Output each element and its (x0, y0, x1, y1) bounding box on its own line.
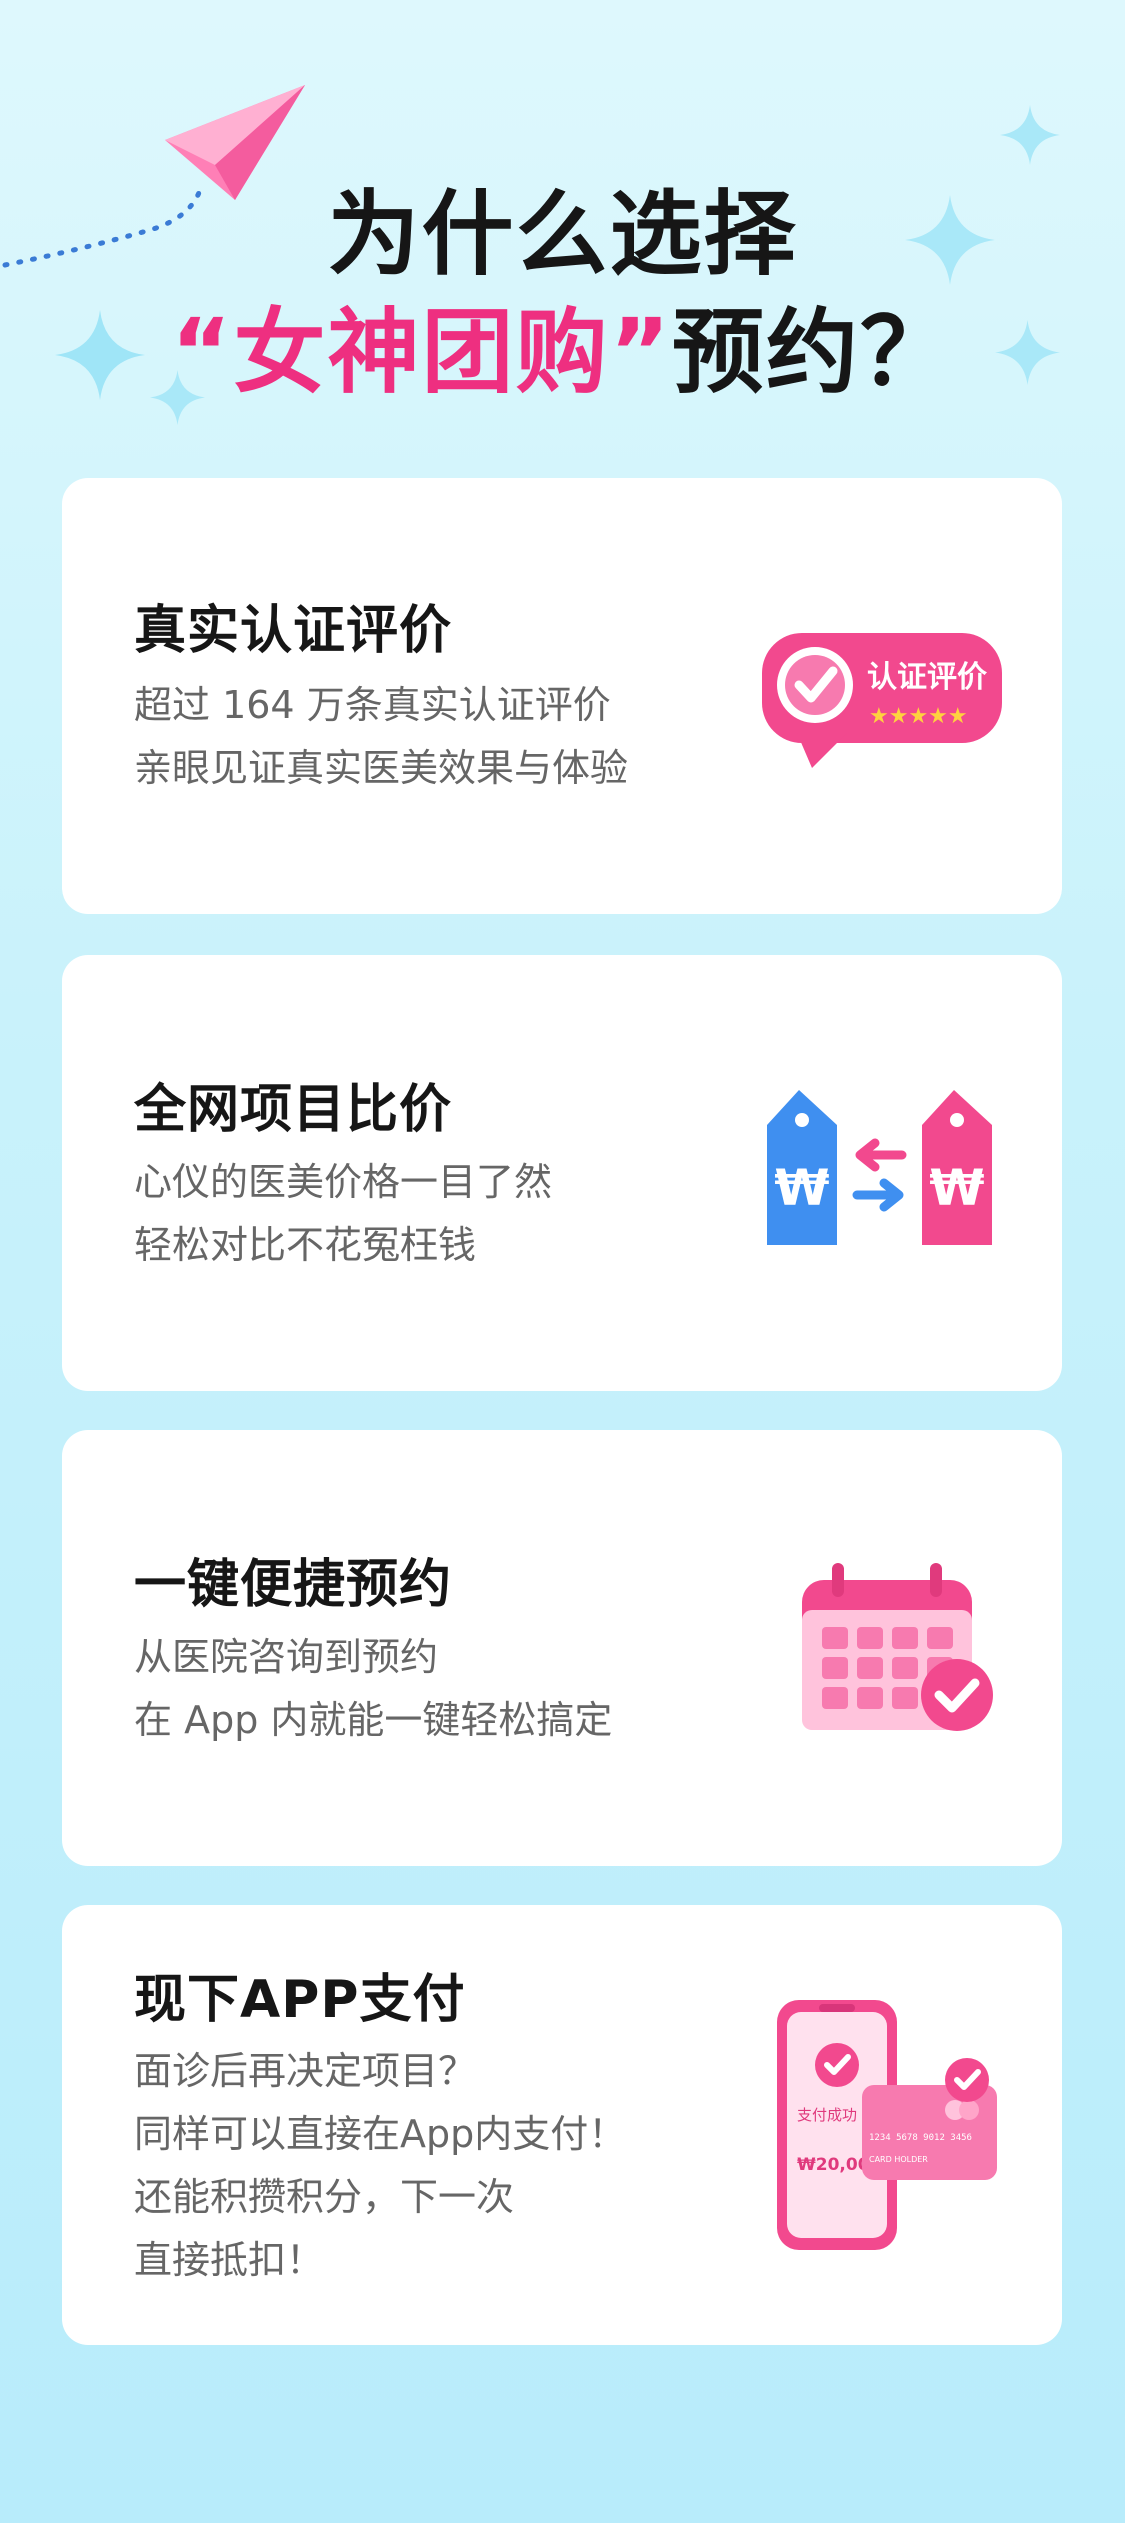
feature-card-reviews: 真实认证评价 超过 164 万条真实认证评价 亲眼见证真实医美效果与体验 认证评… (62, 478, 1062, 914)
calendar-check-icon (787, 1555, 1007, 1749)
feature-desc-line: 亲眼见证真实医美效果与体验 (134, 746, 629, 790)
feature-desc-line: 从医院咨询到预约 (134, 1635, 439, 1679)
brand-name: “女神团购” (171, 299, 672, 406)
card-number: 1234 5678 9012 3456 (869, 2133, 972, 2143)
feature-desc-line: 在 App 内就能一键轻松搞定 (134, 1698, 613, 1742)
feature-card-booking: 一键便捷预约 从医院咨询到预约 在 App 内就能一键轻松搞定 (62, 1430, 1062, 1866)
feature-desc-line: 轻松对比不花冤枉钱 (134, 1223, 477, 1267)
feature-desc-line: 超过 164 万条真实认证评价 (134, 683, 611, 727)
won-symbol: ₩ (774, 1159, 829, 1217)
feature-desc-line: 同样可以直接在App内支付！ (134, 2112, 627, 2156)
page-subtitle: “女神团购”预约？ (0, 298, 1125, 408)
badge-label: 认证评价 (867, 660, 987, 695)
page-title: 为什么选择 (327, 181, 798, 288)
feature-title: 真实认证评价 (134, 601, 453, 661)
feature-card-price-compare: 全网项目比价 心仪的医美价格一目了然 轻松对比不花冤枉钱 ₩ ₩ (62, 955, 1062, 1391)
feature-card-payment: 现下APP支付 面诊后再决定项目？ 同样可以直接在App内支付！ 还能积攒积分，… (62, 1905, 1062, 2345)
feature-desc-line: 面诊后再决定项目？ (134, 2049, 477, 2093)
title-suffix: 预约？ (671, 299, 954, 406)
feature-desc-line: 还能积攒积分，下一次 (134, 2175, 515, 2219)
svg-text:★★★★★: ★★★★★ (869, 704, 968, 729)
price-compare-tags-icon: ₩ ₩ (757, 1085, 1007, 1259)
feature-title: 现下APP支付 (134, 1970, 466, 2030)
card-holder: CARD HOLDER (869, 2155, 928, 2164)
verified-review-badge-icon: 认证评价 ★★★★★ (757, 623, 1007, 777)
feature-desc-line: 心仪的医美价格一目了然 (134, 1160, 553, 1204)
feature-title: 全网项目比价 (134, 1080, 453, 1140)
won-symbol: ₩ (929, 1159, 984, 1217)
sparkle-icon (1000, 105, 1060, 165)
payment-success-text: 支付成功 (797, 2106, 857, 2124)
feature-desc-line: 直接抵扣！ (134, 2238, 325, 2282)
feature-title: 一键便捷预约 (134, 1555, 453, 1615)
mobile-payment-icon: 支付成功 ₩20,000 1234 5678 9012 3456 CARD HO… (767, 1990, 1007, 2264)
